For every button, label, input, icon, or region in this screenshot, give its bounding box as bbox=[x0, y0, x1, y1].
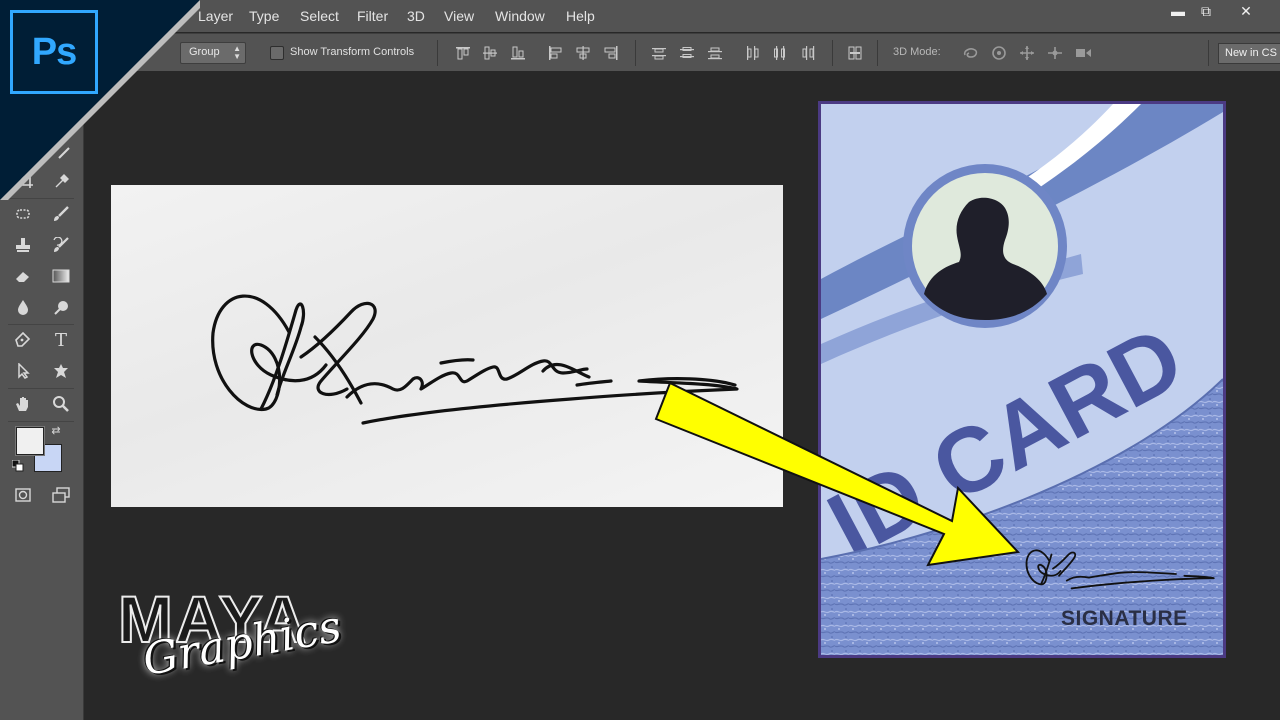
menu-help[interactable]: Help bbox=[566, 8, 595, 24]
3d-mode-label: 3D Mode: bbox=[893, 46, 941, 58]
menu-view[interactable]: View bbox=[444, 8, 474, 24]
id-card-artwork: ID CARD bbox=[821, 104, 1223, 655]
align-vertical-centers-icon[interactable] bbox=[482, 45, 498, 61]
align-bottom-edges-icon[interactable] bbox=[510, 45, 526, 61]
zoom-tool-icon[interactable] bbox=[49, 393, 73, 415]
photoshop-window: Layer Type Select Filter 3D View Window … bbox=[0, 0, 1280, 720]
default-colors-icon[interactable] bbox=[10, 458, 26, 474]
align-left-edges-icon[interactable] bbox=[547, 45, 563, 61]
align-right-edges-icon[interactable] bbox=[603, 45, 619, 61]
swap-colors-icon[interactable]: ⇄ bbox=[48, 422, 64, 438]
restore-button[interactable]: ⧉ bbox=[1186, 0, 1226, 22]
distribute-top-edges-icon[interactable] bbox=[651, 45, 667, 61]
tool-separator bbox=[8, 388, 74, 389]
options-divider bbox=[1208, 40, 1209, 66]
show-transform-label: Show Transform Controls bbox=[290, 46, 415, 58]
eraser-tool-icon[interactable] bbox=[11, 265, 35, 287]
screen-mode-icon[interactable] bbox=[49, 484, 73, 506]
brush-tool-icon[interactable] bbox=[49, 203, 73, 225]
3d-scale-icon[interactable] bbox=[1074, 45, 1092, 61]
options-divider bbox=[635, 40, 636, 66]
id-card-design: ID CARD SIGNATURE bbox=[818, 101, 1226, 658]
tool-separator bbox=[8, 421, 74, 422]
distribute-bottom-edges-icon[interactable] bbox=[707, 45, 723, 61]
menu-select[interactable]: Select bbox=[300, 8, 339, 24]
close-button[interactable]: ✕ bbox=[1226, 0, 1266, 22]
align-horizontal-centers-icon[interactable] bbox=[575, 45, 591, 61]
3d-rotate-icon[interactable] bbox=[962, 45, 980, 61]
distribute-left-edges-icon[interactable] bbox=[744, 45, 760, 61]
type-tool-icon[interactable]: T bbox=[49, 329, 73, 351]
photoshop-logo: Ps bbox=[10, 10, 98, 94]
foreground-color-swatch[interactable] bbox=[16, 427, 44, 455]
menu-layer[interactable]: Layer bbox=[198, 8, 233, 24]
menu-window[interactable]: Window bbox=[495, 8, 545, 24]
auto-align-layers-icon[interactable] bbox=[847, 45, 863, 61]
signature-paper-image bbox=[111, 185, 783, 507]
blur-tool-icon[interactable] bbox=[11, 296, 35, 318]
show-transform-checkbox[interactable] bbox=[270, 46, 284, 60]
clone-stamp-tool-icon[interactable] bbox=[11, 234, 35, 256]
align-top-edges-icon[interactable] bbox=[455, 45, 471, 61]
options-divider bbox=[832, 40, 833, 66]
history-brush-tool-icon[interactable] bbox=[49, 234, 73, 256]
menu-3d[interactable]: 3D bbox=[407, 8, 425, 24]
3d-roll-icon[interactable] bbox=[990, 45, 1008, 61]
distribute-vertical-centers-icon[interactable] bbox=[679, 45, 695, 61]
menu-type[interactable]: Type bbox=[249, 8, 279, 24]
tool-separator bbox=[8, 324, 74, 325]
dodge-tool-icon[interactable] bbox=[49, 296, 73, 318]
signature-caption: SIGNATURE bbox=[1061, 607, 1188, 630]
distribute-horizontal-centers-icon[interactable] bbox=[772, 45, 788, 61]
distribute-right-edges-icon[interactable] bbox=[800, 45, 816, 61]
3d-slide-icon[interactable] bbox=[1046, 45, 1064, 61]
3d-pan-icon[interactable] bbox=[1018, 45, 1036, 61]
dropdown-arrows-icon: ▲ ▼ bbox=[233, 44, 241, 61]
quick-mask-icon[interactable] bbox=[11, 484, 35, 506]
custom-shape-tool-icon[interactable] bbox=[49, 360, 73, 382]
menu-filter[interactable]: Filter bbox=[357, 8, 388, 24]
options-divider bbox=[437, 40, 438, 66]
path-selection-tool-icon[interactable] bbox=[11, 360, 35, 382]
pen-tool-icon[interactable] bbox=[11, 329, 35, 351]
hand-tool-icon[interactable] bbox=[11, 393, 35, 415]
new-in-cs-button[interactable]: New in CS bbox=[1218, 43, 1280, 64]
spot-healing-brush-icon[interactable] bbox=[11, 203, 35, 225]
handwritten-signature bbox=[211, 294, 739, 425]
gradient-tool-icon[interactable] bbox=[49, 265, 73, 287]
options-divider bbox=[877, 40, 878, 66]
